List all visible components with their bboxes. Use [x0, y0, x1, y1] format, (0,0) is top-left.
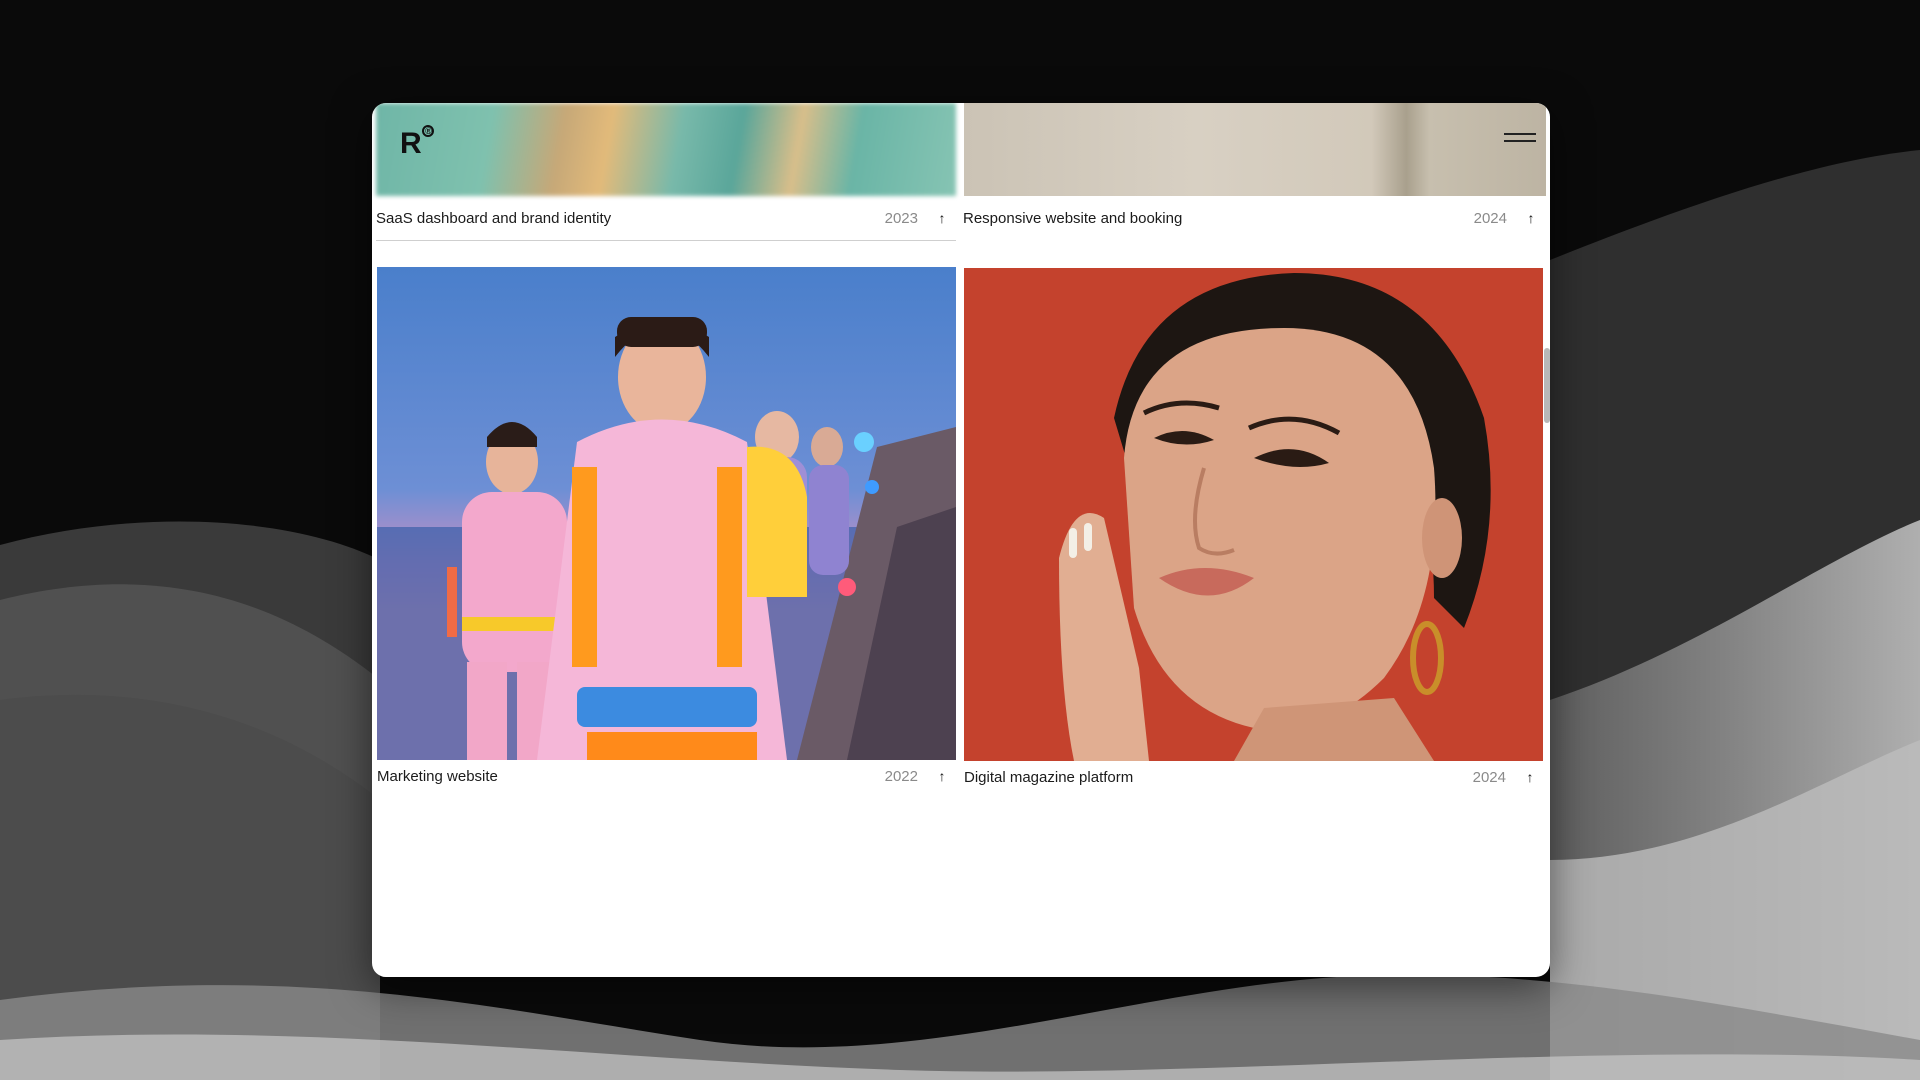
menu-line-top — [1504, 133, 1536, 135]
project-year: 2022 — [884, 767, 918, 785]
logo-letter: R — [400, 127, 422, 160]
hikers-illustration — [377, 267, 956, 760]
project-year: 2023 — [884, 209, 918, 227]
project-image-magazine[interactable] — [964, 268, 1543, 761]
registered-mark-icon: ® — [422, 125, 434, 137]
portrait-illustration — [964, 268, 1543, 761]
project-title: Digital magazine platform — [964, 768, 1134, 786]
project-year: 2024 — [1472, 768, 1506, 786]
hamburger-menu-icon[interactable] — [1504, 133, 1536, 147]
project-title: Marketing website — [377, 767, 498, 785]
project-image-marketing[interactable] — [377, 267, 956, 760]
portfolio-window: R ® SaaS dashboard and brand identity 20… — [372, 103, 1550, 977]
project-caption-booking[interactable]: Responsive website and booking 2024 ↑ — [963, 207, 1537, 229]
arrow-up-icon: ↑ — [938, 210, 946, 226]
arrow-up-icon: ↑ — [1527, 210, 1535, 226]
project-image-booking[interactable] — [964, 103, 1546, 196]
arrow-up-icon: ↑ — [1526, 769, 1534, 785]
project-caption-marketing[interactable]: Marketing website 2022 ↑ — [377, 765, 948, 787]
menu-line-bottom — [1504, 140, 1536, 142]
arrow-up-icon: ↑ — [938, 768, 946, 784]
brand-logo[interactable]: R ® — [400, 125, 434, 160]
scrollbar-thumb[interactable] — [1544, 348, 1550, 423]
caption-divider — [376, 240, 956, 241]
project-caption-saas[interactable]: SaaS dashboard and brand identity 2023 ↑ — [376, 207, 948, 229]
project-title: SaaS dashboard and brand identity — [376, 209, 612, 227]
project-caption-magazine[interactable]: Digital magazine platform 2024 ↑ — [964, 766, 1536, 788]
project-title: Responsive website and booking — [963, 209, 1183, 227]
project-image-saas[interactable] — [376, 103, 956, 196]
project-year: 2024 — [1473, 209, 1507, 227]
